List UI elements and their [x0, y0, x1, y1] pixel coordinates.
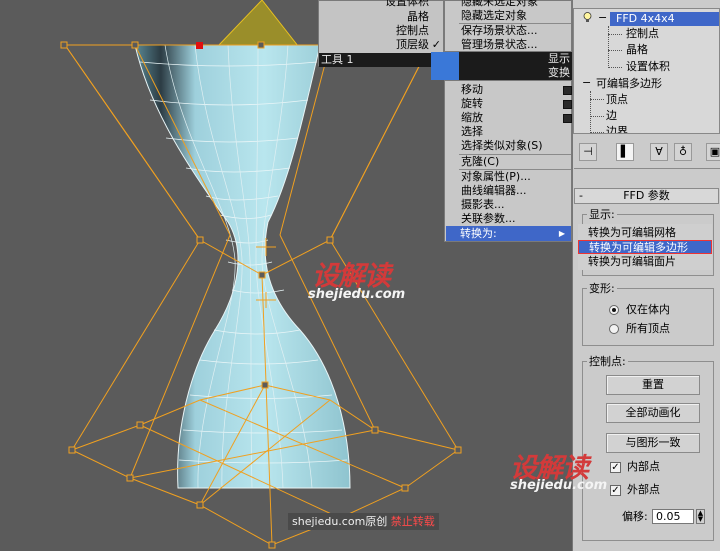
check-mark-icon: ✓: [431, 38, 441, 51]
remove-modifier-icon[interactable]: ♁: [674, 143, 692, 161]
menu-item-select[interactable]: 选择: [461, 125, 483, 139]
watermark-notice: shejiedu.com原创 禁止转载: [288, 513, 439, 530]
outside-points-checkbox[interactable]: ✓: [610, 485, 621, 496]
pin-stack-icon[interactable]: ⊣: [579, 143, 597, 161]
watermark-notice-red: 禁止转载: [390, 515, 435, 528]
quad-center-square: [431, 52, 459, 80]
outside-points-label: 外部点: [627, 483, 660, 496]
reset-button[interactable]: 重置: [606, 375, 700, 395]
stack-item-editable-poly[interactable]: 可编辑多边形: [596, 77, 662, 91]
stack-sub-control-points[interactable]: 控制点: [626, 27, 659, 41]
inside-points-label: 内部点: [627, 460, 660, 473]
stack-sub-lattice[interactable]: 晶格: [626, 43, 648, 57]
scale-settings-icon[interactable]: [563, 114, 572, 123]
menu-item-move[interactable]: 移动: [461, 83, 483, 97]
offset-label: 偏移:: [622, 510, 648, 523]
convert-to-editable-mesh[interactable]: 转换为可编辑网格: [578, 226, 712, 240]
ffd-params-rollout-header[interactable]: - FFD 参数: [574, 188, 719, 204]
light-bulb-icon[interactable]: [583, 12, 592, 23]
deform-label: 变形:: [587, 282, 617, 295]
quad-title-tools1: 工具 1: [319, 53, 431, 67]
watermark-url-2: shejiedu.com: [510, 478, 608, 493]
menu-item-convert-to[interactable]: 转换为: ▶: [446, 226, 571, 241]
menu-item-select-similar[interactable]: 选择类似对象(S): [461, 139, 543, 153]
offset-spinner-arrows-icon[interactable]: ▲ ▼: [696, 509, 705, 524]
move-settings-icon[interactable]: [563, 86, 572, 95]
animate-all-button[interactable]: 全部动画化: [606, 403, 700, 423]
inside-points-checkbox[interactable]: ✓: [610, 462, 621, 473]
selected-control-point: [196, 42, 203, 49]
convert-to-label: 转换为:: [460, 227, 497, 240]
menu-item-control-points[interactable]: 控制点: [396, 24, 429, 38]
menu-item-set-volume[interactable]: 设置体积: [385, 0, 429, 9]
menu-item-dope-sheet[interactable]: 摄影表...: [461, 198, 505, 212]
control-points-label: 控制点:: [587, 355, 628, 368]
convert-submenu: 转换为可编辑网格 转换为可编辑多边形 转换为可编辑面片: [578, 224, 712, 270]
deform-group: [582, 288, 714, 346]
menu-item-rotate[interactable]: 旋转: [461, 97, 483, 111]
menu-item-curve-editor[interactable]: 曲线编辑器...: [461, 184, 527, 198]
quad-menu-right-top: 隐藏未选定对象 隐藏选定对象 保存场景状态... 管理场景状态...: [444, 0, 572, 52]
submenu-arrow-icon: ▶: [558, 229, 565, 238]
menu-item-lattice[interactable]: 晶格: [407, 10, 429, 24]
convert-to-editable-poly[interactable]: 转换为可编辑多边形: [578, 240, 712, 254]
display-label: 显示:: [587, 208, 617, 221]
make-unique-icon[interactable]: ∀: [650, 143, 668, 161]
show-end-result-icon[interactable]: ▌: [616, 143, 634, 161]
quad-title-display: 显示: [459, 52, 572, 66]
menu-item-scale[interactable]: 缩放: [461, 111, 483, 125]
convert-to-editable-patch[interactable]: 转换为可编辑面片: [578, 255, 712, 269]
gizmo-top: [216, 0, 300, 47]
conform-to-shape-button[interactable]: 与图形一致: [606, 433, 700, 453]
menu-item-top-level[interactable]: 顶层级: [396, 38, 429, 52]
stack-sub-border[interactable]: 边界: [606, 125, 628, 133]
stack-expand-icon-2[interactable]: −: [582, 76, 591, 90]
menu-item-hide-unselected[interactable]: 隐藏未选定对象: [461, 0, 538, 9]
stack-sub-edge[interactable]: 边: [606, 109, 617, 123]
offset-spinner-input[interactable]: 0.05: [652, 509, 694, 524]
watermark-notice-prefix: shejiedu.com原创: [292, 515, 388, 528]
inside-volume-radio[interactable]: [609, 305, 619, 315]
configure-sets-icon[interactable]: ▣: [706, 143, 720, 161]
watermark-url: shejiedu.com: [308, 287, 406, 302]
quad-title-transform: 变换: [459, 66, 572, 80]
stack-item-ffd[interactable]: FFD 4x4x4: [610, 12, 719, 26]
stack-expand-icon[interactable]: −: [598, 11, 607, 25]
quad-menu-transform: 移动 旋转 缩放 选择 选择类似对象(S) 克隆(C) 对象属性(P)... 曲…: [444, 80, 572, 242]
all-vertices-radio[interactable]: [609, 324, 619, 334]
rotate-settings-icon[interactable]: [563, 100, 572, 109]
modifier-stack[interactable]: − FFD 4x4x4 控制点 晶格 设置体积 − 可编辑多边形 顶点 边 边界: [573, 8, 720, 134]
menu-item-wire-parameters[interactable]: 关联参数...: [461, 212, 516, 226]
rollout-collapse-icon: -: [579, 189, 583, 202]
menu-item-hide-selected[interactable]: 隐藏选定对象: [461, 9, 527, 23]
menu-item-save-scene-state[interactable]: 保存场景状态...: [461, 24, 538, 38]
menu-item-clone[interactable]: 克隆(C): [461, 155, 499, 169]
inside-volume-label: 仅在体内: [626, 303, 670, 316]
quad-menu-left-top: 设置体积 晶格 控制点 顶层级 ✓ 工具 1: [318, 0, 444, 67]
stack-sub-vertex[interactable]: 顶点: [606, 93, 628, 107]
ffd-params-title: FFD 参数: [623, 189, 670, 202]
all-vertices-label: 所有顶点: [626, 322, 670, 335]
stack-sub-set-volume[interactable]: 设置体积: [626, 60, 670, 74]
menu-item-manage-scene-states[interactable]: 管理场景状态...: [461, 38, 538, 52]
menu-item-object-properties[interactable]: 对象属性(P)...: [461, 170, 531, 184]
